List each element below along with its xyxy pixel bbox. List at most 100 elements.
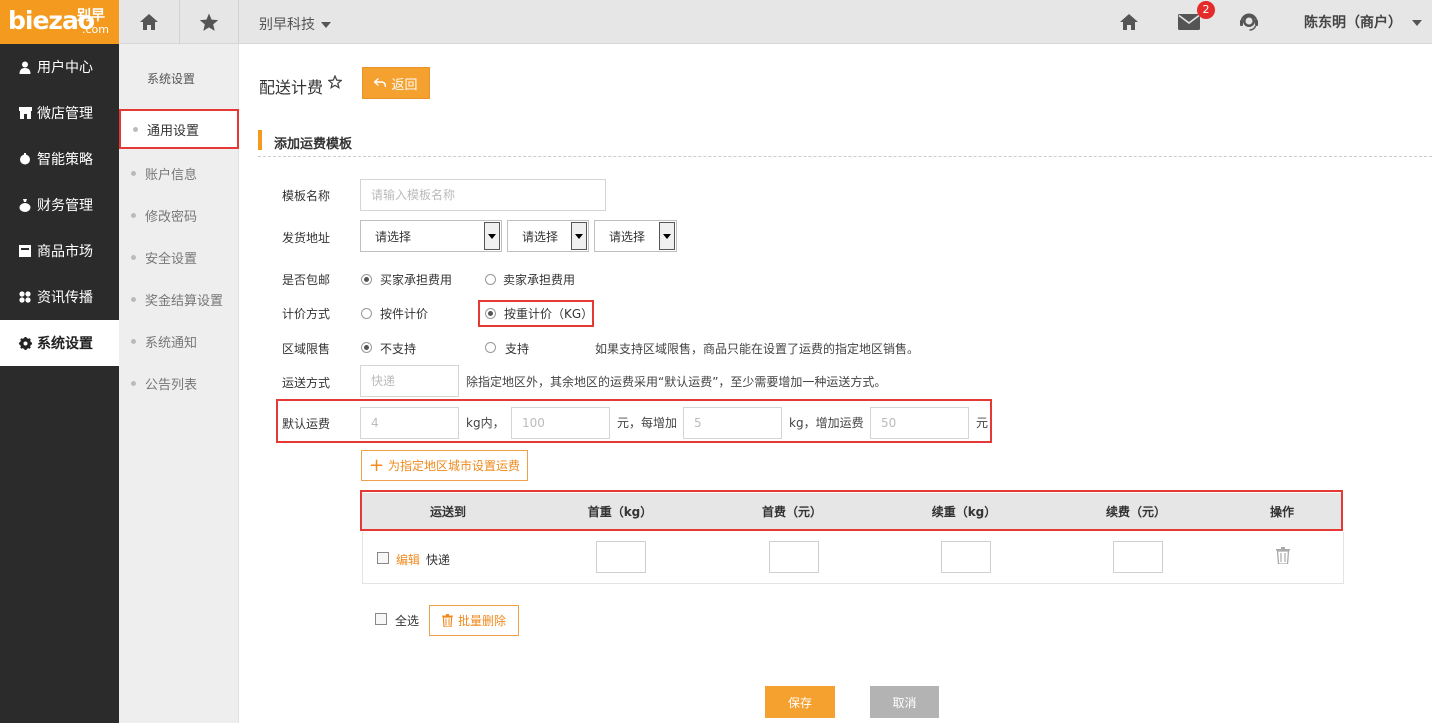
subnav-item-announcements[interactable]: 公告列表 <box>119 363 239 403</box>
section-title: 添加运费模板 <box>274 137 353 152</box>
support-button[interactable] <box>1232 0 1266 44</box>
select-all-label: 全选 <box>395 614 420 628</box>
nav-item-user-center[interactable]: 用户中心 <box>0 44 119 90</box>
free-shipping-label: 是否包邮 <box>282 273 331 287</box>
bullet-icon <box>131 170 136 176</box>
row-extra-fee-input[interactable] <box>1113 541 1163 573</box>
template-name-input[interactable] <box>360 179 606 211</box>
province-select[interactable]: 请选择 <box>360 220 502 252</box>
top-separator <box>238 0 239 44</box>
row-first-weight-input[interactable] <box>596 541 646 573</box>
logo-com: .com <box>82 23 109 36</box>
nav-label: 财务管理 <box>37 198 93 214</box>
row-edit-link[interactable]: 编辑 <box>396 551 420 568</box>
subnav-item-account[interactable]: 账户信息 <box>119 153 239 193</box>
per-piece-radio[interactable] <box>361 308 372 319</box>
table-row: 编辑 快递 <box>362 532 1344 584</box>
headset-icon <box>1240 13 1258 31</box>
nav-label: 用户中心 <box>37 60 93 76</box>
buyer-pays-radio[interactable] <box>361 274 372 285</box>
logo[interactable]: biezao 别早 .com <box>0 0 119 44</box>
subnav-label: 账户信息 <box>145 167 198 183</box>
trash-icon <box>1276 547 1290 565</box>
favorites-button[interactable] <box>180 0 238 44</box>
nav-label: 系统设置 <box>37 336 93 352</box>
add-area-fee-button[interactable]: + 为指定地区城市设置运费 <box>361 450 528 481</box>
mail-icon <box>1178 14 1200 30</box>
subnav-label: 系统通知 <box>145 335 198 351</box>
favorite-toggle[interactable] <box>327 74 343 93</box>
home-link-button[interactable] <box>1113 0 1145 44</box>
row-shipping-type: 快递 <box>426 553 451 567</box>
bullet-icon <box>131 338 136 344</box>
row-delete-button[interactable] <box>1276 547 1290 568</box>
region-supported-label: 支持 <box>505 342 530 356</box>
nav-item-news[interactable]: 资讯传播 <box>0 274 119 320</box>
company-name: 别早科技 <box>259 17 315 33</box>
extra-weight-input[interactable] <box>683 407 782 439</box>
shipping-method-label: 运送方式 <box>282 376 331 390</box>
template-name-label: 模板名称 <box>282 189 331 203</box>
nav-item-market[interactable]: 商品市场 <box>0 228 119 274</box>
seller-pays-radio[interactable] <box>485 274 496 285</box>
user-menu[interactable]: 陈东明（商户） <box>1304 12 1422 32</box>
district-select[interactable]: 请选择 <box>594 220 677 252</box>
bullet-icon <box>133 126 138 132</box>
left-nav: 用户中心 微店管理 智能策略 财务管理 商品市场 资讯传播 系统设置 <box>0 44 119 723</box>
region-supported-radio[interactable] <box>485 342 496 353</box>
city-select[interactable]: 请选择 <box>507 220 589 252</box>
bullet-icon <box>131 296 136 302</box>
subnav-label: 公告列表 <box>145 377 198 393</box>
home-icon <box>1120 14 1138 30</box>
select-all-checkbox[interactable] <box>375 613 387 625</box>
dropdown-arrow-icon <box>571 222 587 250</box>
column-header: 首费（元） <box>761 505 822 519</box>
subnav-item-bonus[interactable]: 奖金结算设置 <box>119 279 239 319</box>
subnav-item-general[interactable]: 通用设置 <box>119 109 239 149</box>
nav-item-finance[interactable]: 财务管理 <box>0 182 119 228</box>
column-header: 续费（元） <box>1105 505 1166 519</box>
city-value: 请选择 <box>522 229 559 244</box>
column-header: 操作 <box>1269 505 1294 519</box>
money-bag-icon <box>18 198 32 212</box>
subnav-item-notifications[interactable]: 系统通知 <box>119 321 239 361</box>
nav-item-strategy[interactable]: 智能策略 <box>0 136 119 182</box>
subnav-item-security[interactable]: 安全设置 <box>119 237 239 277</box>
column-header: 首重（kg） <box>587 505 653 519</box>
subnav-item-password[interactable]: 修改密码 <box>119 195 239 235</box>
subnav-label: 修改密码 <box>145 209 198 225</box>
reply-icon <box>374 78 387 88</box>
save-button[interactable]: 保存 <box>765 686 835 718</box>
grid-icon <box>18 290 32 304</box>
cancel-button[interactable]: 取消 <box>870 686 939 718</box>
home-button[interactable] <box>119 0 179 44</box>
extra-fee-input[interactable] <box>870 407 969 439</box>
nav-label: 智能策略 <box>37 152 93 168</box>
section-divider <box>258 156 1432 157</box>
user-icon <box>18 60 32 74</box>
row-first-fee-input[interactable] <box>769 541 819 573</box>
store-icon <box>18 106 32 120</box>
first-fee-unit: 元，每增加 <box>617 416 678 430</box>
add-area-label: 为指定地区城市设置运费 <box>388 459 521 473</box>
seller-pays-label: 卖家承担费用 <box>503 273 576 287</box>
row-checkbox[interactable] <box>377 552 389 564</box>
region-unsupported-radio[interactable] <box>361 342 372 353</box>
row-extra-weight-input[interactable] <box>941 541 991 573</box>
ship-address-label: 发货地址 <box>282 231 331 245</box>
back-button[interactable]: 返回 <box>362 67 430 99</box>
nav-item-settings[interactable]: 系统设置 <box>0 320 119 366</box>
province-value: 请选择 <box>375 229 412 244</box>
shipping-method-input[interactable] <box>360 365 459 397</box>
column-header: 运送到 <box>429 505 466 519</box>
subnav-label: 通用设置 <box>147 123 200 139</box>
first-fee-input[interactable] <box>511 407 610 439</box>
nav-item-store[interactable]: 微店管理 <box>0 90 119 136</box>
company-dropdown[interactable]: 别早科技 <box>259 14 331 34</box>
batch-delete-button[interactable]: 批量删除 <box>429 605 519 636</box>
chevron-down-icon <box>1412 20 1422 26</box>
mail-badge: 2 <box>1197 1 1215 19</box>
trash-icon <box>442 614 453 627</box>
by-weight-radio[interactable] <box>485 308 496 319</box>
first-weight-input[interactable] <box>360 407 459 439</box>
